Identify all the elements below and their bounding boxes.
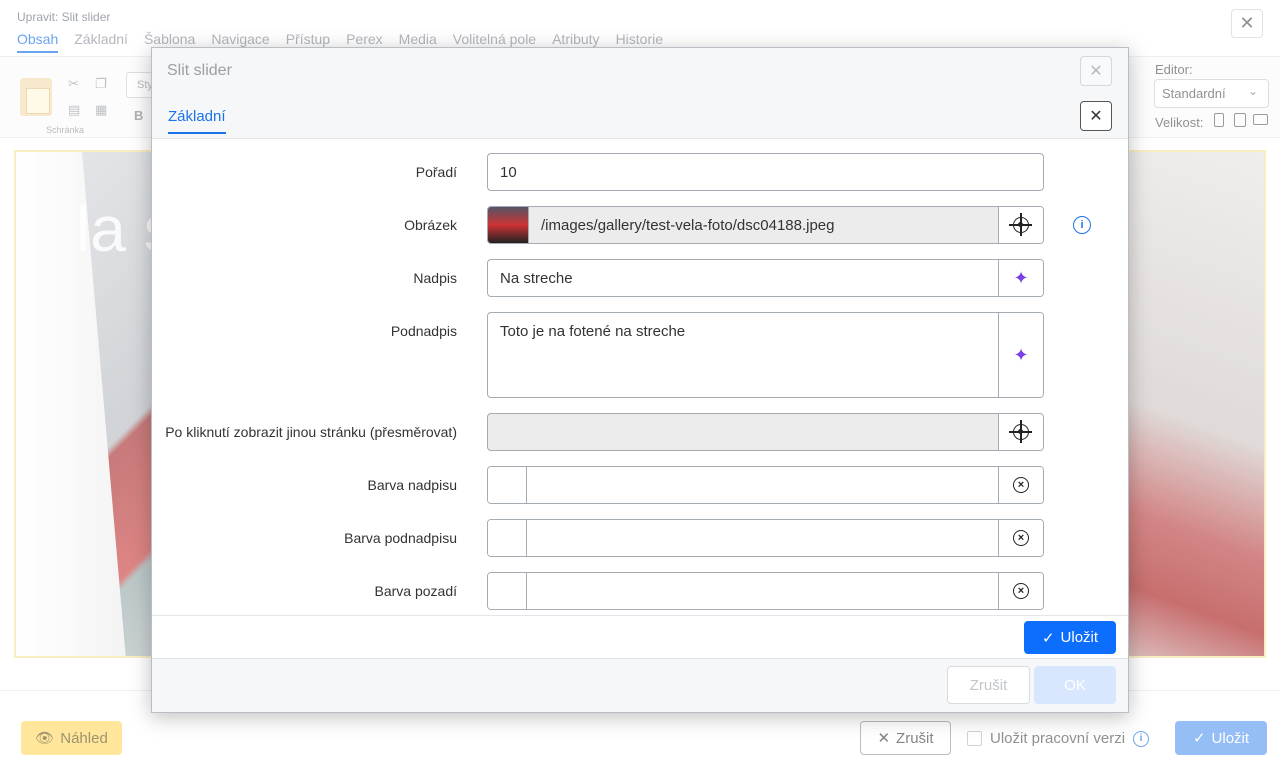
poradi-value: 10: [500, 164, 517, 181]
close-icon: ✕: [1089, 63, 1103, 80]
info-icon[interactable]: i: [1073, 216, 1091, 234]
sparkle-icon: ✦: [1013, 345, 1029, 365]
redirect-input[interactable]: [487, 413, 1044, 451]
dialog-header: Slit slider ✕ Základní ✕: [152, 48, 1128, 139]
crosshair-icon: [1009, 213, 1032, 236]
dialog-title: Slit slider: [167, 62, 232, 79]
poradi-label: Pořadí: [415, 164, 457, 180]
dialog-save-label: Uložit: [1060, 629, 1099, 646]
barva-nadpisu-label: Barva nadpisu: [367, 477, 457, 493]
nadpis-input[interactable]: Na streche ✦: [487, 259, 1044, 297]
nadpis-ai-button[interactable]: ✦: [998, 260, 1043, 296]
clear-icon: ×: [1013, 477, 1029, 493]
clear-icon: ×: [1013, 583, 1029, 599]
barva-podnadpisu-clear-button[interactable]: ×: [998, 520, 1043, 556]
image-thumbnail: [488, 207, 529, 243]
barva-nadpisu-input[interactable]: ×: [487, 466, 1044, 504]
obrazek-label: Obrázek: [404, 217, 457, 233]
nadpis-label: Nadpis: [413, 270, 457, 286]
dialog-save-button[interactable]: ✓ Uložit: [1024, 621, 1116, 654]
dialog-close-button[interactable]: ✕: [1080, 101, 1112, 131]
color-swatch[interactable]: [488, 573, 527, 609]
dialog-divider: [152, 615, 1128, 616]
redirect-label: Po kliknutí zobrazit jinou stránku (přes…: [165, 424, 457, 440]
color-swatch[interactable]: [488, 467, 527, 503]
tab-zakladni-dialog[interactable]: Základní: [168, 108, 226, 134]
dialog-cancel-button[interactable]: Zrušit: [947, 666, 1030, 704]
barva-podnadpisu-input[interactable]: ×: [487, 519, 1044, 557]
podnadpis-ai-button[interactable]: ✦: [998, 313, 1043, 397]
dialog-close-button-outer[interactable]: ✕: [1080, 56, 1112, 86]
close-icon: ✕: [1089, 108, 1103, 125]
barva-pozadi-label: Barva pozadí: [374, 583, 458, 599]
podnadpis-value: Toto je na fotené na streche: [500, 323, 686, 340]
barva-podnadpisu-label: Barva podnadpisu: [344, 530, 457, 546]
redirect-select-button[interactable]: [998, 414, 1043, 450]
podnadpis-textarea[interactable]: Toto je na fotené na streche ✦: [487, 312, 1044, 398]
nadpis-value: Na streche: [500, 270, 573, 287]
check-icon: ✓: [1041, 629, 1055, 647]
slide-edit-dialog: Slit slider ✕ Základní ✕ Pořadí 10 Obráz…: [151, 47, 1129, 713]
barva-pozadi-input[interactable]: ×: [487, 572, 1044, 610]
sparkle-icon: ✦: [1013, 268, 1029, 288]
barva-pozadi-clear-button[interactable]: ×: [998, 573, 1043, 609]
crosshair-icon: [1009, 420, 1032, 443]
podnadpis-label: Podnadpis: [390, 323, 457, 339]
dialog-ok-button[interactable]: OK: [1034, 666, 1116, 704]
obrazek-input[interactable]: /images/gallery/test-vela-foto/dsc04188.…: [487, 206, 1044, 244]
barva-nadpisu-clear-button[interactable]: ×: [998, 467, 1043, 503]
poradi-input[interactable]: 10: [487, 153, 1044, 191]
obrazek-value: /images/gallery/test-vela-foto/dsc04188.…: [541, 217, 835, 234]
obrazek-select-button[interactable]: [998, 207, 1043, 243]
clear-icon: ×: [1013, 530, 1029, 546]
color-swatch[interactable]: [488, 520, 527, 556]
